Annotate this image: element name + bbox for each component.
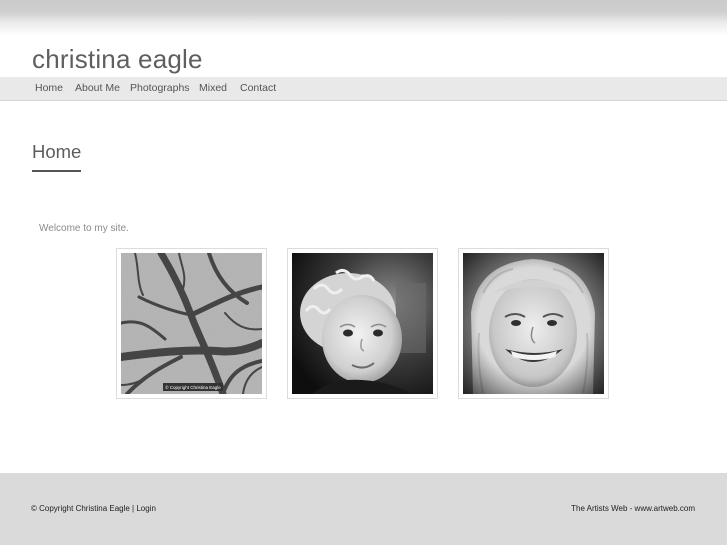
site-title[interactable]: christina eagle	[32, 42, 203, 76]
girl-portrait-image	[463, 253, 604, 394]
nav-item-photographs[interactable]: Photographs	[130, 77, 190, 100]
page-title: Home	[32, 141, 82, 162]
nav-item-mixed[interactable]: Mixed	[199, 77, 227, 100]
thumbnail-girl-portrait[interactable]	[458, 248, 609, 399]
toddler-portrait-image	[292, 253, 433, 394]
thumbnail-toddler-portrait[interactable]	[287, 248, 438, 399]
nav-item-about-me[interactable]: About Me	[75, 77, 120, 100]
tree-branches-image: © Copyright Christina Eagle	[121, 253, 262, 394]
nav-item-contact[interactable]: Contact	[240, 77, 276, 100]
main-navigation: Home About Me Photographs Mixed Contact	[0, 77, 727, 101]
heading-underline	[32, 170, 81, 172]
nav-item-home[interactable]: Home	[35, 77, 63, 100]
footer-left: © Copyright Christina Eagle | Login	[31, 503, 156, 515]
artweb-credit-link[interactable]: The Artists Web - www.artweb.com	[571, 503, 695, 515]
thumbnail-tree-branches[interactable]: © Copyright Christina Eagle	[116, 248, 267, 399]
footer: © Copyright Christina Eagle | Login The …	[0, 473, 727, 545]
login-link[interactable]: Login	[136, 504, 156, 513]
top-gradient-band	[0, 0, 727, 36]
image-watermark: © Copyright Christina Eagle	[165, 384, 221, 390]
footer-copyright: © Copyright Christina Eagle	[31, 504, 130, 513]
welcome-text: Welcome to my site.	[39, 223, 129, 234]
